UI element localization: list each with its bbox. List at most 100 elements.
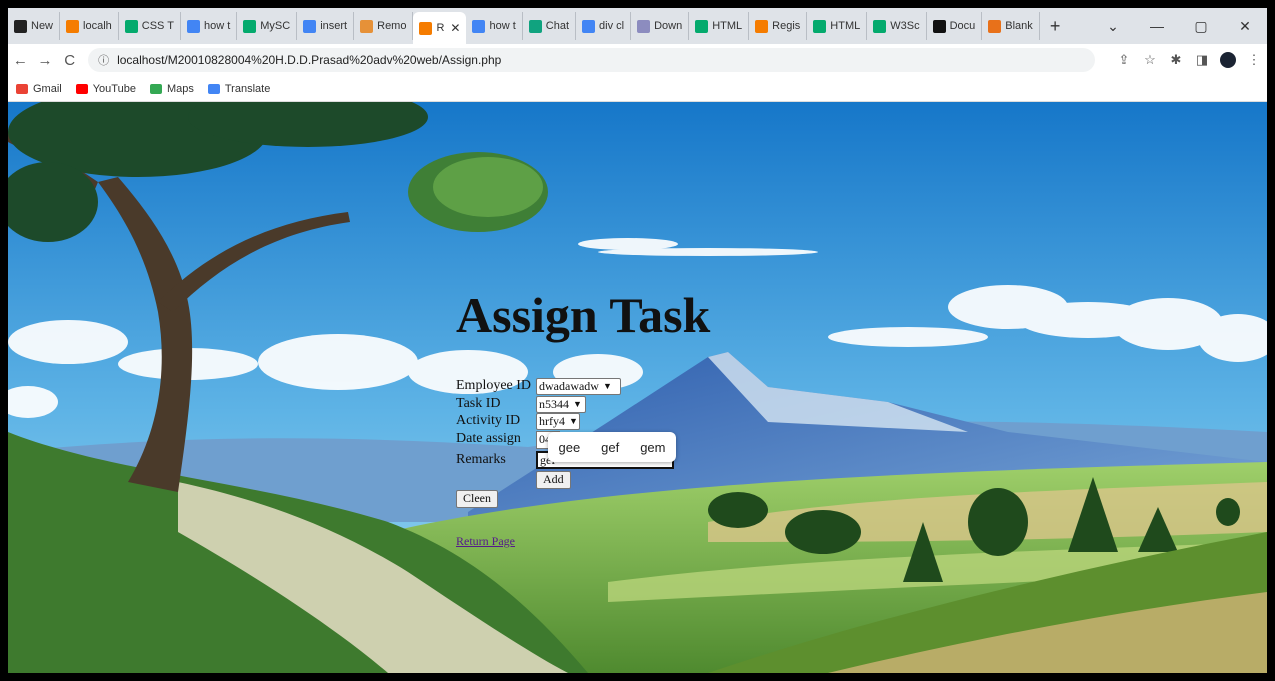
close-tab-icon[interactable]: ✕ bbox=[450, 21, 460, 35]
browser-tab[interactable]: Down bbox=[631, 12, 690, 40]
return-page-link[interactable]: Return Page bbox=[456, 534, 515, 549]
browser-menu-icon[interactable]: ⋮ bbox=[1241, 52, 1267, 68]
window-controls: ⌄ — ▢ ✕ bbox=[1091, 8, 1267, 44]
w3schools-icon bbox=[124, 19, 138, 33]
bookmark-label: Maps bbox=[166, 82, 194, 95]
google-icon bbox=[303, 19, 317, 33]
bookmark-translate[interactable]: Translate bbox=[207, 82, 271, 95]
xampp-icon bbox=[755, 19, 769, 33]
tab-label: W3Sc bbox=[890, 20, 920, 32]
gmail-icon bbox=[16, 83, 28, 94]
employee-id-label: Employee ID bbox=[456, 378, 532, 393]
activity-id-select[interactable]: hrfy4 ▼ bbox=[536, 413, 580, 430]
close-window-button[interactable]: ✕ bbox=[1223, 18, 1267, 35]
xampp-icon bbox=[419, 21, 433, 35]
browser-tab[interactable]: W3Sc bbox=[867, 12, 927, 40]
tab-label: MySC bbox=[260, 20, 291, 32]
tab-label: CSS T bbox=[141, 20, 174, 32]
tab-label: Docu bbox=[949, 20, 976, 32]
bookmark-youtube[interactable]: YouTube bbox=[75, 82, 136, 95]
tab-label: Down bbox=[654, 20, 683, 32]
tab-label: HTML bbox=[830, 20, 861, 32]
translate-icon bbox=[207, 83, 220, 94]
tab-label: HTML bbox=[712, 20, 743, 32]
back-button[interactable]: ← bbox=[8, 52, 33, 69]
maximize-button[interactable]: ▢ bbox=[1179, 18, 1223, 35]
browser-tab[interactable]: localh bbox=[60, 12, 119, 40]
date-assign-label: Date assign bbox=[456, 431, 521, 446]
tab-search-button[interactable]: ⌄ bbox=[1091, 18, 1135, 35]
browser-tab[interactable]: HTML bbox=[689, 12, 750, 40]
w3schools-icon bbox=[813, 19, 827, 33]
xampp-icon bbox=[66, 19, 80, 33]
suggestion-item[interactable]: gem bbox=[640, 440, 665, 455]
site-info-icon[interactable]: ⓘ bbox=[98, 52, 109, 68]
tab-label: localh bbox=[83, 20, 112, 32]
youtube-icon bbox=[75, 83, 88, 94]
share-icon[interactable]: ⇪ bbox=[1111, 52, 1137, 68]
browser-tab[interactable]: Regis bbox=[749, 12, 808, 40]
minimize-button[interactable]: — bbox=[1135, 18, 1179, 34]
tab-label: Chat bbox=[545, 20, 570, 32]
task-id-select[interactable]: n5344 ▼ bbox=[536, 396, 586, 413]
browser-tab[interactable]: R ✕ bbox=[413, 12, 467, 44]
extensions-icon[interactable]: ✱ bbox=[1163, 52, 1189, 68]
tab-strip: New localh CSS Thow t MySC insert Remo R ✕ how t… bbox=[8, 8, 1267, 44]
tab-label: Blank bbox=[1005, 20, 1033, 32]
page-content: Assign Task Employee ID dwadawadw ▼ Task … bbox=[8, 102, 1267, 673]
browser-tab[interactable]: MySC bbox=[237, 12, 298, 40]
tab-label: Regis bbox=[772, 20, 801, 32]
browser-tab[interactable]: insert bbox=[297, 12, 355, 40]
chevron-down-icon: ▼ bbox=[569, 416, 578, 426]
address-toolbar: ← → C ⓘ localhost/M20010828004%20H.D.D.P… bbox=[8, 44, 1267, 76]
suggestion-item[interactable]: gee bbox=[558, 440, 580, 455]
tab-label: New bbox=[31, 20, 54, 32]
employee-id-select[interactable]: dwadawadw ▼ bbox=[536, 378, 621, 395]
new-tab-button[interactable]: + bbox=[1040, 16, 1071, 37]
forward-button[interactable]: → bbox=[33, 52, 58, 69]
add-button[interactable]: Add bbox=[536, 471, 571, 489]
bookmark-label: YouTube bbox=[92, 82, 136, 95]
reload-button[interactable]: C bbox=[57, 52, 82, 69]
suggestion-item[interactable]: gef bbox=[601, 440, 619, 455]
w3schools-icon bbox=[695, 19, 709, 33]
bookmark-gmail[interactable]: Gmail bbox=[16, 83, 62, 95]
profile-avatar[interactable] bbox=[1220, 52, 1236, 68]
browser-tab[interactable]: Remo bbox=[354, 12, 414, 40]
browser-tab[interactable]: Chat bbox=[523, 12, 577, 40]
blank-icon bbox=[988, 19, 1002, 33]
doc-icon bbox=[932, 19, 946, 33]
browser-tab[interactable]: HTML bbox=[807, 12, 868, 40]
activity-id-label: Activity ID bbox=[456, 413, 521, 428]
tab-label: div cl bbox=[599, 20, 625, 32]
google-icon bbox=[186, 19, 200, 33]
browser-tab[interactable]: New bbox=[8, 12, 61, 40]
bookmark-label: Gmail bbox=[33, 82, 62, 95]
chevron-down-icon: ▼ bbox=[573, 399, 582, 409]
bookmark-maps[interactable]: Maps bbox=[149, 82, 194, 95]
maps-icon bbox=[149, 83, 162, 94]
page-title: Assign Task bbox=[456, 287, 711, 343]
pen-icon bbox=[360, 19, 374, 33]
github-icon bbox=[14, 19, 27, 33]
tab-label: R bbox=[436, 22, 445, 34]
landscape-background bbox=[8, 102, 1267, 673]
side-panel-icon[interactable]: ◨ bbox=[1189, 52, 1215, 68]
bookmarks-bar: Gmail YouTube Maps Translate bbox=[8, 76, 1267, 102]
remarks-label: Remarks bbox=[456, 452, 506, 467]
bookmark-label: Translate bbox=[224, 82, 271, 95]
tab-label: how t bbox=[489, 20, 516, 32]
browser-tab[interactable]: div cl bbox=[576, 12, 632, 40]
google-icon bbox=[472, 19, 486, 33]
url-text: localhost/M20010828004%20H.D.D.Prasad%20… bbox=[117, 53, 502, 67]
bookmark-star-icon[interactable]: ☆ bbox=[1137, 52, 1163, 68]
chatgpt-icon bbox=[528, 19, 542, 33]
clean-button[interactable]: Cleen bbox=[456, 490, 498, 508]
autocomplete-suggestions: gee gef gem bbox=[548, 432, 676, 462]
browser-tab[interactable]: Blank bbox=[982, 12, 1040, 40]
browser-tab[interactable]: Docu bbox=[927, 12, 983, 40]
address-bar[interactable]: ⓘ localhost/M20010828004%20H.D.D.Prasad%… bbox=[88, 48, 1095, 72]
browser-tab[interactable]: how t bbox=[466, 12, 523, 40]
browser-tab[interactable]: CSS T bbox=[119, 12, 181, 40]
browser-tab[interactable]: how t bbox=[181, 12, 238, 40]
